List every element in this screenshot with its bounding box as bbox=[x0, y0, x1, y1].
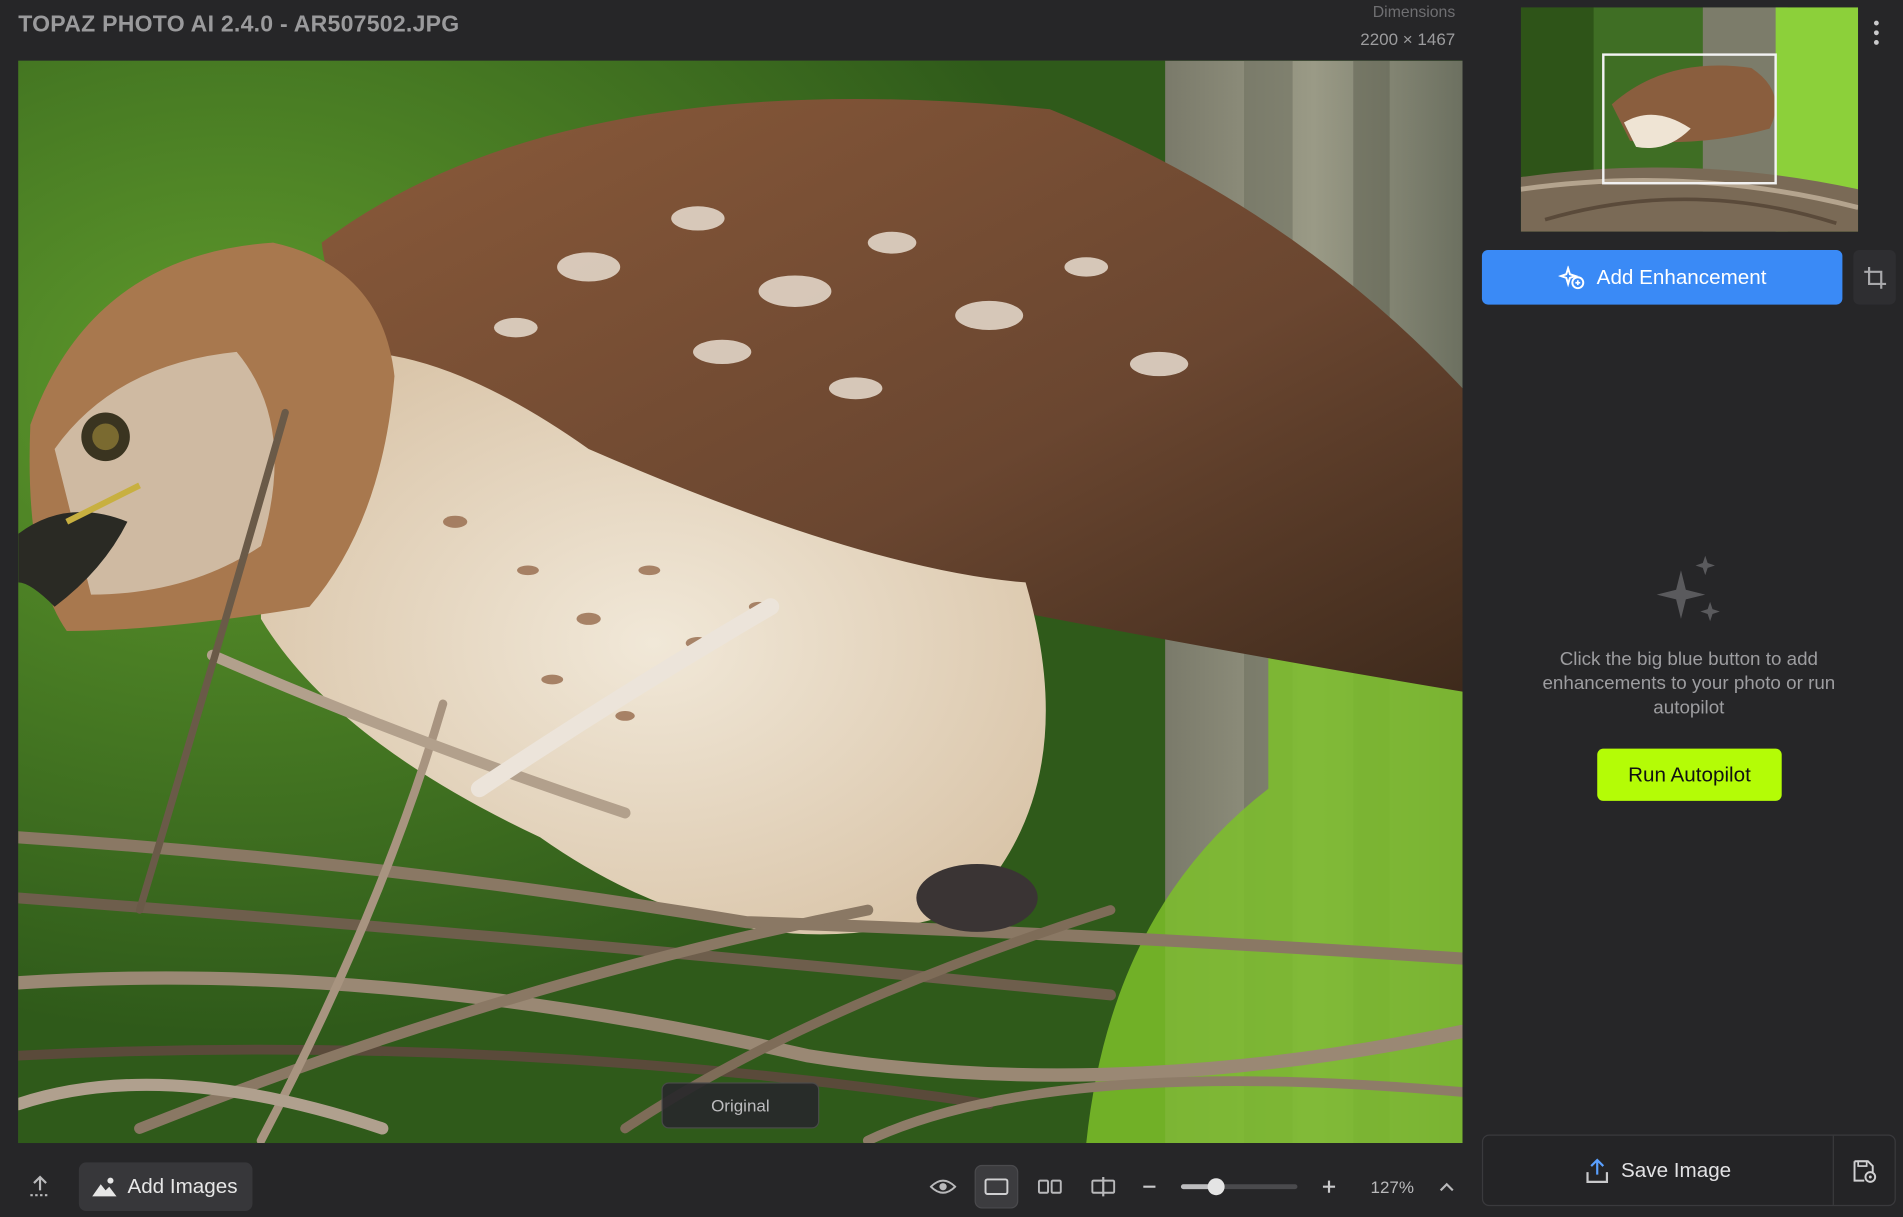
navigator-thumbnail[interactable] bbox=[1520, 7, 1859, 232]
view-mode-label: Original bbox=[661, 1082, 820, 1129]
single-view-icon[interactable] bbox=[974, 1164, 1019, 1209]
crop-icon[interactable] bbox=[1853, 249, 1896, 305]
export-icon bbox=[1585, 1157, 1608, 1183]
add-images-label: Add Images bbox=[127, 1174, 238, 1198]
app-window: TOPAZ PHOTO AI 2.4.0 - AR507502.JPG Dime… bbox=[0, 0, 1903, 1217]
eye-icon[interactable] bbox=[921, 1165, 965, 1209]
more-options-icon[interactable] bbox=[1864, 15, 1888, 51]
zoom-in-icon[interactable] bbox=[1315, 1165, 1344, 1209]
side-by-side-view-icon[interactable] bbox=[1028, 1165, 1072, 1209]
upload-icon[interactable] bbox=[18, 1165, 62, 1209]
save-image-button[interactable]: Save Image bbox=[1483, 1135, 1834, 1205]
dimensions-value: 2200 × 1467 bbox=[1360, 29, 1456, 49]
sparkles-icon bbox=[1656, 555, 1720, 622]
run-autopilot-button[interactable]: Run Autopilot bbox=[1597, 748, 1782, 801]
export-settings-icon[interactable] bbox=[1834, 1136, 1895, 1205]
zoom-level[interactable]: 127% bbox=[1370, 1177, 1413, 1196]
save-bar: Save Image bbox=[1481, 1134, 1896, 1207]
save-image-label: Save Image bbox=[1621, 1158, 1732, 1182]
zoom-slider-handle[interactable] bbox=[1207, 1178, 1225, 1196]
view-tools: 127% bbox=[921, 1160, 1462, 1213]
add-enhancement-label: Add Enhancement bbox=[1596, 265, 1767, 289]
empty-enhancements-state: Click the big blue button to add enhance… bbox=[1482, 546, 1896, 721]
window-title: TOPAZ PHOTO AI 2.4.0 - AR507502.JPG bbox=[18, 12, 460, 38]
viewport-indicator[interactable] bbox=[1602, 53, 1777, 185]
empty-state-message: Click the big blue button to add enhance… bbox=[1542, 649, 1836, 719]
add-images-button[interactable]: Add Images bbox=[78, 1162, 253, 1211]
image-canvas[interactable]: Original bbox=[18, 60, 1463, 1144]
zoom-out-icon[interactable] bbox=[1135, 1165, 1164, 1209]
split-view-icon[interactable] bbox=[1082, 1165, 1126, 1209]
add-enhancement-button[interactable]: Add Enhancement bbox=[1481, 249, 1843, 305]
zoom-slider[interactable] bbox=[1181, 1178, 1298, 1196]
dimensions-label: Dimensions bbox=[1372, 2, 1456, 21]
sparkle-add-icon bbox=[1557, 265, 1584, 289]
image-add-icon bbox=[92, 1177, 117, 1197]
photo-preview bbox=[18, 60, 1463, 1144]
chevron-up-icon[interactable] bbox=[1431, 1165, 1463, 1209]
bottom-toolbar: Add Images 127% bbox=[18, 1160, 1462, 1213]
